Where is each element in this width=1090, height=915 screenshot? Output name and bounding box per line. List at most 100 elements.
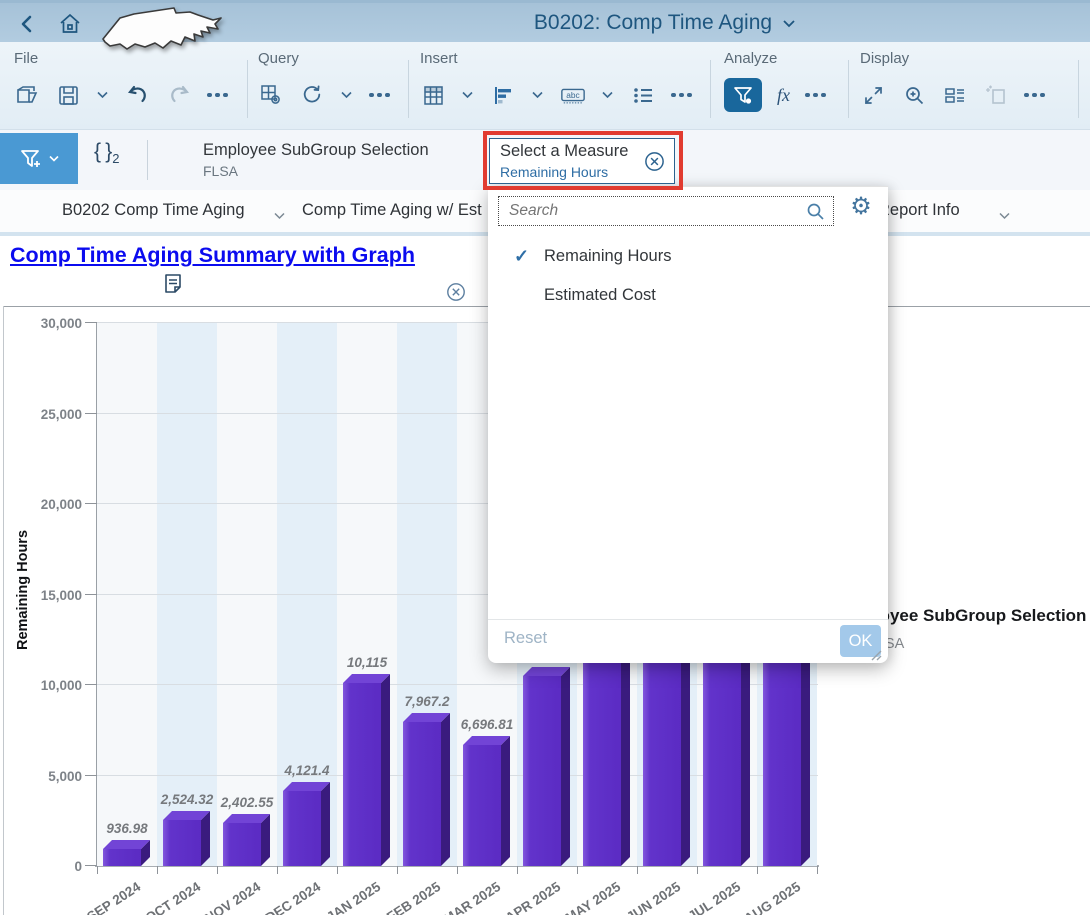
bar-aug-2025[interactable]: [763, 656, 801, 866]
search-icon[interactable]: [806, 202, 825, 221]
section-label-insert: Insert: [420, 50, 692, 67]
y-axis-tick: [85, 684, 97, 685]
bar-feb-2025[interactable]: [403, 722, 441, 866]
query-more-actions-icon[interactable]: [369, 93, 390, 98]
back-button[interactable]: [18, 14, 36, 39]
menu-item-estimated-cost[interactable]: Estimated Cost: [488, 278, 888, 312]
add-filter-button[interactable]: [0, 133, 78, 184]
bar-apr-2025[interactable]: [523, 676, 561, 866]
x-axis-tick: [637, 866, 638, 874]
x-axis-tick: [97, 866, 98, 874]
y-axis-tick: [85, 775, 97, 776]
measure-search-input[interactable]: [499, 202, 806, 220]
undo-icon[interactable]: [125, 82, 151, 108]
bar-nov-2024[interactable]: [223, 823, 261, 866]
settings-gear-icon[interactable]: ⚙: [846, 192, 876, 221]
bar-side-face: [201, 811, 210, 866]
menu-item-label: Remaining Hours: [544, 247, 671, 266]
toolbar-separator: [710, 60, 711, 118]
tab-comp-time-aging-w-est[interactable]: Comp Time Aging w/ Est: [302, 201, 482, 220]
y-axis-tick-label: 25,000: [2, 407, 82, 422]
bar-side-face: [441, 713, 450, 866]
chart-block-left-border: [3, 306, 4, 915]
insert-table-icon[interactable]: [420, 82, 446, 108]
measure-chip-title: Select a Measure: [500, 142, 666, 161]
insert-text-chevron-icon[interactable]: [601, 90, 615, 100]
bar-side-face: [261, 814, 270, 866]
save-icon[interactable]: [55, 82, 81, 108]
file-more-actions-icon[interactable]: [207, 93, 228, 98]
analyze-more-actions-icon[interactable]: [805, 93, 826, 98]
menu-item-label: Estimated Cost: [544, 286, 656, 305]
bar-may-2025[interactable]: [583, 656, 621, 866]
zoom-icon[interactable]: [901, 82, 927, 108]
plot-column-stripe: [157, 323, 217, 866]
display-more-actions-icon[interactable]: [1024, 93, 1045, 98]
edit-query-icon[interactable]: [258, 82, 284, 108]
filter-bar-divider: [147, 140, 148, 180]
tab-b0202-comp-time-aging[interactable]: B0202 Comp Time Aging: [62, 201, 245, 220]
y-axis-tick-label: 5,000: [2, 769, 82, 784]
menu-footer-divider: [488, 619, 888, 620]
page-layout-icon[interactable]: [942, 82, 968, 108]
insert-more-actions-icon[interactable]: [671, 93, 692, 98]
insert-text-cell-icon[interactable]: abc: [560, 82, 586, 108]
home-icon[interactable]: [58, 12, 82, 41]
toolbar-separator: [247, 60, 248, 118]
remove-measure-filter-icon[interactable]: [644, 151, 665, 177]
reset-button[interactable]: Reset: [504, 629, 547, 648]
bar-side-face: [681, 647, 690, 866]
toolbar-section-analyze: Analyze fx: [724, 50, 826, 117]
toolbar-section-query: Query: [258, 50, 390, 117]
save-menu-chevron-icon[interactable]: [96, 90, 110, 100]
y-axis-tick: [85, 322, 97, 323]
y-axis-tick: [85, 503, 97, 504]
report-info-chevron-icon[interactable]: [998, 207, 1011, 225]
variables-button[interactable]: { }2: [94, 140, 119, 166]
report-section-link[interactable]: Comp Time Aging Summary with Graph: [10, 243, 415, 268]
section-label-analyze: Analyze: [724, 50, 826, 67]
bar-jun-2025[interactable]: [643, 656, 681, 866]
open-document-icon[interactable]: [14, 82, 40, 108]
remove-filter-icon[interactable]: [446, 282, 466, 307]
measure-search-box[interactable]: [498, 196, 834, 226]
bar-sep-2024[interactable]: [103, 849, 141, 866]
insert-chart-icon[interactable]: [490, 82, 516, 108]
formula-bar-icon[interactable]: fx: [777, 85, 790, 106]
svg-text:abc: abc: [566, 90, 579, 100]
bar-data-label: 4,121.4: [252, 763, 362, 778]
tab-chevron-icon[interactable]: [273, 207, 286, 225]
resize-handle-icon[interactable]: [868, 647, 882, 666]
refresh-icon[interactable]: [299, 82, 325, 108]
bar-side-face: [321, 782, 330, 866]
filter-chip-select-a-measure[interactable]: Select a Measure Remaining Hours: [489, 138, 675, 184]
x-axis-tick: [277, 866, 278, 874]
tab-report-info[interactable]: Report Info: [878, 201, 960, 220]
x-axis-tick: [157, 866, 158, 874]
insert-table-chevron-icon[interactable]: [461, 90, 475, 100]
new-report-icon-disabled: [983, 82, 1009, 108]
section-label-query: Query: [258, 50, 390, 67]
title-chevron-down-icon[interactable]: [782, 18, 796, 28]
bar-side-face: [621, 647, 630, 866]
input-controls-doc-icon[interactable]: [162, 272, 184, 301]
menu-item-remaining-hours[interactable]: ✓ Remaining Hours: [488, 239, 888, 273]
filter-chip-employee-subgroup[interactable]: Employee SubGroup Selection FLSA: [203, 141, 429, 180]
bar-jul-2025[interactable]: [703, 656, 741, 866]
insert-chart-chevron-icon[interactable]: [531, 90, 545, 100]
application-window: B0202: Comp Time Aging File: [0, 0, 1090, 915]
toolbar-separator: [408, 60, 409, 118]
redo-icon[interactable]: [166, 82, 192, 108]
refresh-menu-chevron-icon[interactable]: [340, 90, 354, 100]
checkmark-icon: ✓: [514, 246, 544, 267]
bar-side-face: [501, 736, 510, 866]
section-label-display: Display: [860, 50, 1045, 67]
bar-mar-2025[interactable]: [463, 745, 501, 866]
filter-bar-toggle-button-active[interactable]: [724, 78, 762, 112]
x-axis-category-label: SEP 2024: [55, 879, 143, 915]
filter-chip-value: FLSA: [203, 163, 429, 180]
x-axis-tick: [817, 866, 818, 874]
insert-list-icon[interactable]: [630, 82, 656, 108]
toolbar-section-display: Display: [860, 50, 1045, 117]
fullscreen-icon[interactable]: [860, 82, 886, 108]
